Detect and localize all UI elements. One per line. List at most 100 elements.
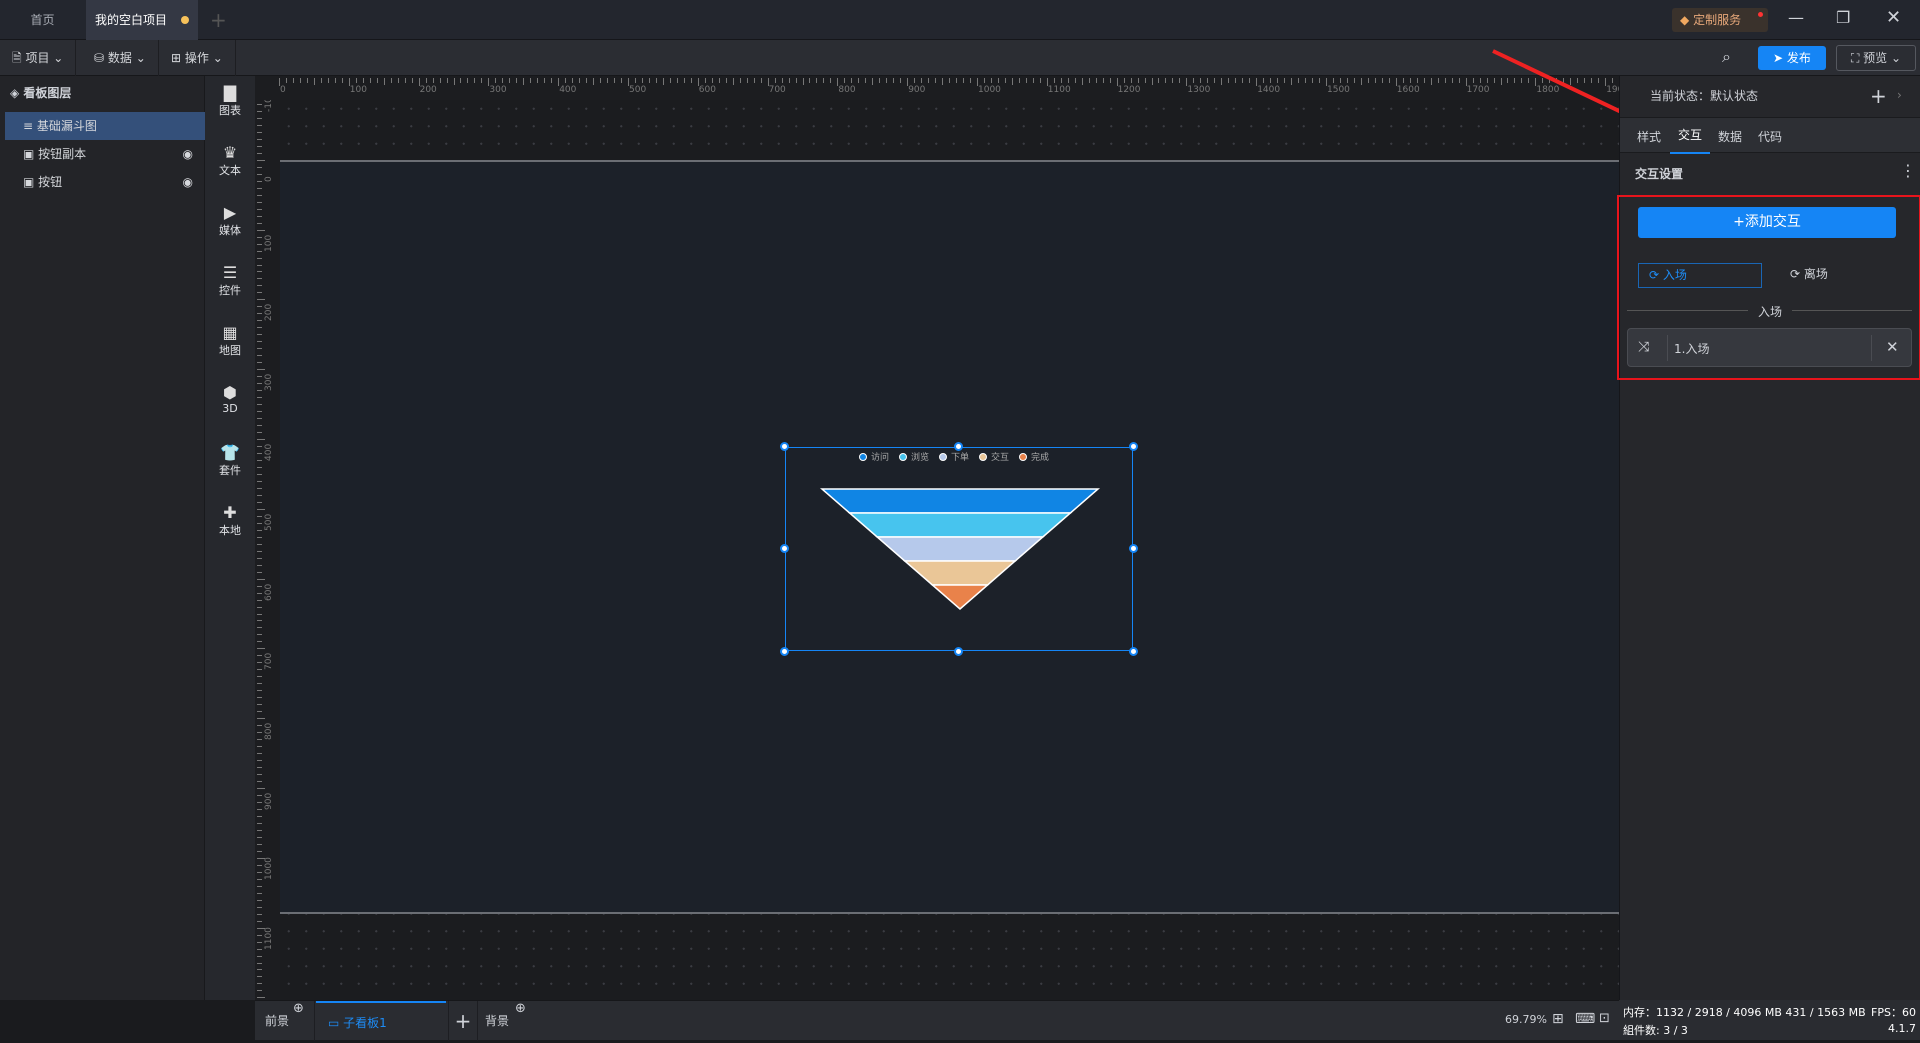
preview-button[interactable]: ⛶ 预览 ⌄ bbox=[1836, 45, 1916, 71]
ruler-tick bbox=[257, 557, 262, 559]
leave-button[interactable]: ⟳ 离场 bbox=[1780, 263, 1904, 288]
component-label: 地图 bbox=[219, 344, 241, 357]
horizontal-ruler[interactable]: 0 100 200 300 400 500 600 700 800 900 1000 1100 1200… bbox=[255, 76, 1619, 100]
shuffle-icon[interactable]: ⤨ bbox=[1638, 339, 1649, 355]
ruler-tick bbox=[313, 78, 315, 85]
add-circle-icon[interactable]: ⊕ bbox=[515, 989, 526, 1029]
ruler-tick bbox=[453, 78, 455, 85]
close-button[interactable]: ✕ bbox=[1886, 7, 1901, 28]
zoom-level[interactable]: 69.79% bbox=[1505, 1013, 1547, 1026]
project-menu[interactable]: 🗎 项目 ⌄ bbox=[0, 40, 77, 76]
publish-button[interactable]: ➤ 发布 bbox=[1758, 46, 1826, 70]
ruler-tick bbox=[1004, 78, 1006, 83]
layer-title-text: 看板图层 bbox=[23, 86, 72, 100]
ruler-tick bbox=[1228, 78, 1230, 83]
ruler-label: 200 bbox=[264, 304, 274, 322]
hidden-eye-icon[interactable]: ◉ bbox=[183, 140, 193, 168]
panel-tabs: 样式 交互 数据 代码 bbox=[1620, 117, 1920, 154]
component-6[interactable]: 👕 套件 bbox=[205, 444, 255, 478]
layer-item-button-copy[interactable]: ▣ 按钮副本 ◉ bbox=[5, 140, 205, 168]
operate-label: 操作 bbox=[184, 51, 209, 65]
enter-button[interactable]: ⟳ 入场 bbox=[1638, 263, 1762, 288]
memory-text: 内存：1132 / 2918 / 4096 MB 431 / 1563 MB bbox=[1623, 1006, 1866, 1019]
tab-project[interactable]: 我的空白项目 bbox=[86, 0, 198, 40]
background-tab[interactable]: 背景 ⊕ bbox=[485, 1001, 526, 1041]
back-label: 背景 bbox=[485, 1014, 510, 1028]
layer-item-button[interactable]: ▣ 按钮 ◉ bbox=[5, 168, 205, 196]
ruler-tick bbox=[446, 78, 448, 83]
add-state-button[interactable]: + bbox=[1870, 84, 1887, 108]
add-interaction-button[interactable]: +添加交互 bbox=[1638, 207, 1896, 238]
minimize-button[interactable]: — bbox=[1788, 8, 1804, 27]
tab-interaction[interactable]: 交互 bbox=[1670, 118, 1711, 154]
ruler-tick bbox=[1123, 78, 1125, 83]
ruler-tick bbox=[879, 78, 881, 83]
foreground-tab[interactable]: 前景 ⊕ bbox=[255, 1001, 315, 1041]
ruler-tick bbox=[1011, 78, 1013, 85]
custom-service-button[interactable]: ◆ 定制服务 bbox=[1672, 8, 1768, 32]
ruler-tick bbox=[1305, 78, 1307, 83]
ruler-tick bbox=[774, 78, 776, 83]
terminal-icon[interactable]: ⊡ bbox=[1599, 1011, 1610, 1026]
tab-home[interactable]: 首页 bbox=[0, 0, 85, 40]
sub-board-tab[interactable]: ▭ 子看板1 bbox=[316, 1001, 446, 1041]
component-0[interactable]: ▇ 图表 bbox=[205, 84, 255, 118]
data-label: 数据 bbox=[107, 51, 132, 65]
ruler-tick bbox=[474, 78, 476, 83]
tab-code[interactable]: 代码 bbox=[1758, 128, 1782, 145]
ruler-tick bbox=[257, 229, 265, 231]
ruler-tick bbox=[1514, 78, 1516, 83]
restore-button[interactable]: ❐ bbox=[1836, 8, 1850, 27]
component-3[interactable]: ☰ 控件 bbox=[205, 264, 255, 298]
component-7[interactable]: ✚ 本地 bbox=[205, 504, 255, 538]
ruler-tick bbox=[641, 78, 643, 83]
tab-data[interactable]: 数据 bbox=[1718, 128, 1742, 145]
properties-panel: 当前状态：默认状态 + › 样式 交互 数据 代码 交互设置 ⋮ +添加交互 ⟳… bbox=[1617, 76, 1920, 1000]
add-board-button[interactable]: + bbox=[448, 1001, 478, 1041]
ruler-tick bbox=[257, 110, 262, 112]
vertical-ruler[interactable]: -100 0 100 200 300 400 500 600 700 800 900 1000 1100 bbox=[255, 76, 280, 1000]
layer-item-funnel[interactable]: ≡ 基础漏斗图 bbox=[5, 112, 205, 140]
state-label: 当前状态： bbox=[1650, 89, 1711, 103]
keyboard-icon[interactable]: ⌨ bbox=[1575, 1011, 1595, 1027]
operate-menu[interactable]: ⊞ 操作 ⌄ bbox=[159, 40, 236, 76]
ruler-tick bbox=[1207, 78, 1209, 83]
ruler-tick bbox=[257, 187, 262, 189]
interaction-row[interactable]: ⤨ 1.入场 ✕ bbox=[1627, 328, 1912, 367]
ruler-tick bbox=[600, 78, 602, 83]
new-tab-button[interactable]: + bbox=[210, 8, 227, 32]
notify-dot bbox=[1758, 12, 1763, 17]
ruler-tick bbox=[1088, 78, 1090, 83]
ruler-tick bbox=[257, 620, 262, 622]
funnel-svg bbox=[819, 488, 1101, 610]
search-icon[interactable]: ⌕ bbox=[1722, 47, 1731, 67]
ruler-tick bbox=[1486, 78, 1488, 83]
ruler-tick bbox=[257, 404, 262, 406]
funnel-chart-widget[interactable]: 访问 浏览 下单 交互 完成 bbox=[780, 442, 1138, 656]
ruler-tick bbox=[1542, 78, 1544, 83]
ruler-label: 1800 bbox=[1536, 85, 1560, 95]
ruler-tick bbox=[439, 78, 441, 83]
ruler-tick bbox=[683, 78, 685, 83]
chevron-right-icon[interactable]: › bbox=[1897, 88, 1902, 102]
add-circle-icon[interactable]: ⊕ bbox=[293, 989, 304, 1029]
component-1[interactable]: ♛ 文本 bbox=[205, 144, 255, 178]
fit-screen-icon[interactable]: ⊞ bbox=[1552, 1011, 1564, 1027]
component-4[interactable]: ▦ 地图 bbox=[205, 324, 255, 358]
more-icon[interactable]: ⋮ bbox=[1900, 161, 1916, 180]
component-2[interactable]: ▶ 媒体 bbox=[205, 204, 255, 238]
ruler-tick bbox=[1339, 78, 1341, 83]
data-menu[interactable]: ⛁ 数据 ⌄ bbox=[82, 40, 159, 76]
hidden-eye-icon[interactable]: ◉ bbox=[183, 168, 193, 196]
component-bar: ▇ 图表 ♛ 文本 ▶ 媒体 ☰ 控件 ▦ 地图 ⬢ 3D 👕 套件 ✚ 本地 bbox=[205, 76, 255, 1000]
ruler-tick bbox=[1242, 78, 1244, 83]
ruler-tick bbox=[1277, 78, 1279, 83]
ruler-tick bbox=[572, 78, 574, 83]
enter-label: 入场 bbox=[1662, 268, 1687, 282]
tab-style[interactable]: 样式 bbox=[1637, 128, 1661, 145]
ruler-tick bbox=[858, 78, 860, 83]
component-5[interactable]: ⬢ 3D bbox=[205, 384, 255, 416]
delete-icon[interactable]: ✕ bbox=[1886, 338, 1899, 356]
ruler-tick bbox=[257, 194, 262, 196]
ruler-label: 500 bbox=[629, 85, 647, 95]
